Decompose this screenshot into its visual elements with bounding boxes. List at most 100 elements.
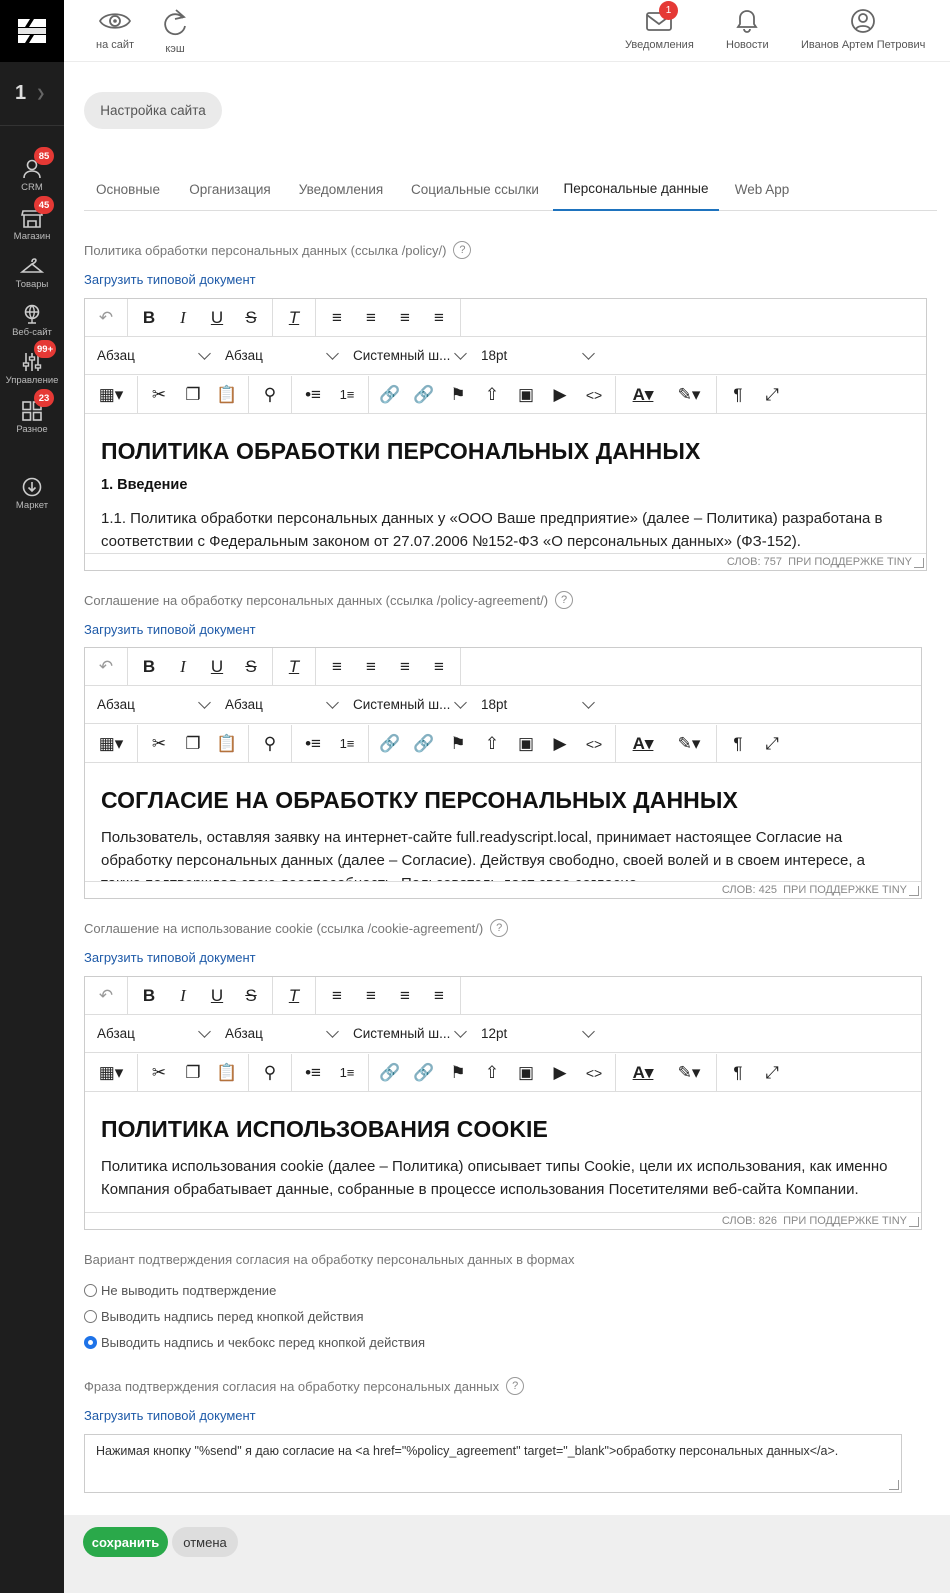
help-icon[interactable]: ?: [506, 1377, 525, 1395]
bookmark-icon[interactable]: ⚑: [441, 380, 475, 410]
editor-content[interactable]: ПОЛИТИКА ИСПОЛЬЗОВАНИЯ COOKIE Политика и…: [85, 1092, 921, 1213]
underline-icon[interactable]: U: [200, 981, 234, 1011]
search-icon[interactable]: ⚲: [253, 380, 287, 410]
bullet-list-icon[interactable]: •≡: [296, 380, 330, 410]
underline-icon[interactable]: U: [200, 652, 234, 682]
bookmark-icon[interactable]: ⚑: [441, 729, 475, 759]
image-icon[interactable]: ▣: [509, 729, 543, 759]
clear-format-icon[interactable]: T: [277, 303, 311, 333]
align-left-icon[interactable]: ≡: [320, 303, 354, 333]
tab-web-app[interactable]: Web App: [725, 168, 799, 211]
media-icon[interactable]: ▶: [543, 729, 577, 759]
numbered-list-icon[interactable]: 1≡: [330, 1058, 364, 1088]
align-center-icon[interactable]: ≡: [354, 981, 388, 1011]
copy-icon[interactable]: ❐: [176, 1058, 210, 1088]
radio-button[interactable]: [84, 1284, 97, 1297]
search-icon[interactable]: ⚲: [253, 729, 287, 759]
italic-icon[interactable]: I: [166, 303, 200, 333]
clear-format-icon[interactable]: T: [277, 981, 311, 1011]
bold-icon[interactable]: B: [132, 303, 166, 333]
unlink-icon[interactable]: 🔗: [407, 1058, 441, 1088]
table-icon[interactable]: ▦▾: [89, 1058, 133, 1088]
align-right-icon[interactable]: ≡: [388, 652, 422, 682]
font-family-select[interactable]: Системный ш...: [341, 1015, 469, 1053]
news-button[interactable]: Новости: [726, 8, 769, 51]
upload-icon[interactable]: ⇧: [475, 729, 509, 759]
text-color-icon[interactable]: A▾: [620, 729, 666, 759]
link-icon[interactable]: 🔗: [373, 1058, 407, 1088]
highlight-icon[interactable]: ✎▾: [666, 380, 712, 410]
editor-content[interactable]: СОГЛАСИЕ НА ОБРАБОТКУ ПЕРСОНАЛЬНЫХ ДАННЫ…: [85, 763, 921, 882]
powered-by[interactable]: ПРИ ПОДДЕРЖКЕ TINY: [783, 884, 907, 896]
align-center-icon[interactable]: ≡: [354, 303, 388, 333]
show-blocks-icon[interactable]: ¶: [721, 729, 755, 759]
align-center-icon[interactable]: ≡: [354, 652, 388, 682]
help-icon[interactable]: ?: [555, 591, 574, 609]
media-icon[interactable]: ▶: [543, 380, 577, 410]
radio-button[interactable]: [84, 1336, 97, 1349]
sidebar-item-management[interactable]: Управление 99+: [0, 340, 64, 395]
cut-icon[interactable]: ✂: [142, 380, 176, 410]
block-format-select[interactable]: Абзац: [85, 686, 213, 724]
sidebar-item-website[interactable]: Веб-сайт: [0, 299, 64, 347]
policy-editor[interactable]: ↶ B I U S T ≡ ≡ ≡ ≡ Абзац Абзац Системны…: [84, 298, 927, 571]
powered-by[interactable]: ПРИ ПОДДЕРЖКЕ TINY: [783, 1215, 907, 1227]
editor-content[interactable]: ПОЛИТИКА ОБРАБОТКИ ПЕРСОНАЛЬНЫХ ДАННЫХ 1…: [85, 414, 926, 554]
align-left-icon[interactable]: ≡: [320, 652, 354, 682]
unlink-icon[interactable]: 🔗: [407, 380, 441, 410]
style-format-select[interactable]: Абзац: [213, 1015, 341, 1053]
consent-option-none[interactable]: Не выводить подтверждение: [84, 1283, 276, 1298]
agreement-load-template-link[interactable]: Загрузить типовой документ: [84, 622, 256, 637]
underline-icon[interactable]: U: [200, 303, 234, 333]
sidebar-item-market[interactable]: Маркет: [0, 472, 64, 520]
style-format-select[interactable]: Абзац: [213, 337, 341, 375]
tab-notifications[interactable]: Уведомления: [288, 168, 394, 211]
undo-icon[interactable]: ↶: [89, 981, 123, 1011]
powered-by[interactable]: ПРИ ПОДДЕРЖКЕ TINY: [788, 556, 912, 568]
upload-icon[interactable]: ⇧: [475, 1058, 509, 1088]
cut-icon[interactable]: ✂: [142, 1058, 176, 1088]
undo-icon[interactable]: ↶: [89, 303, 123, 333]
save-button[interactable]: сохранить: [83, 1527, 168, 1557]
strikethrough-icon[interactable]: S: [234, 652, 268, 682]
font-size-select[interactable]: 18pt: [469, 686, 597, 724]
consent-option-text-checkbox[interactable]: Выводить надпись и чекбокс перед кнопкой…: [84, 1335, 425, 1350]
tab-personal-data[interactable]: Персональные данные: [553, 168, 719, 211]
block-format-select[interactable]: Абзац: [85, 337, 213, 375]
sidebar-item-crm[interactable]: CRM 85: [0, 147, 64, 202]
resize-handle-icon[interactable]: [889, 1480, 899, 1490]
sidebar-item-shop[interactable]: Магазин 45: [0, 196, 64, 251]
cookie-editor[interactable]: ↶ B I U S T ≡ ≡ ≡ ≡ Абзац Абзац Системны…: [84, 976, 922, 1230]
align-right-icon[interactable]: ≡: [388, 303, 422, 333]
help-icon[interactable]: ?: [453, 241, 472, 259]
to-site-button[interactable]: на сайт: [96, 8, 134, 51]
site-selector[interactable]: 1 ❯: [0, 62, 64, 126]
fullscreen-icon[interactable]: ⤢: [755, 1058, 789, 1088]
help-icon[interactable]: ?: [490, 919, 509, 937]
resize-handle-icon[interactable]: [909, 1217, 919, 1227]
text-color-icon[interactable]: A▾: [620, 1058, 666, 1088]
table-icon[interactable]: ▦▾: [89, 380, 133, 410]
cut-icon[interactable]: ✂: [142, 729, 176, 759]
font-family-select[interactable]: Системный ш...: [341, 337, 469, 375]
strikethrough-icon[interactable]: S: [234, 303, 268, 333]
undo-icon[interactable]: ↶: [89, 652, 123, 682]
logo[interactable]: [0, 0, 64, 62]
sidebar-item-products[interactable]: Товары: [0, 251, 64, 299]
align-left-icon[interactable]: ≡: [320, 981, 354, 1011]
cookie-load-template-link[interactable]: Загрузить типовой документ: [84, 950, 256, 965]
tab-organization[interactable]: Организация: [178, 168, 282, 211]
align-justify-icon[interactable]: ≡: [422, 303, 456, 333]
bullet-list-icon[interactable]: •≡: [296, 729, 330, 759]
cache-button[interactable]: кэш: [161, 8, 189, 55]
bookmark-icon[interactable]: ⚑: [441, 1058, 475, 1088]
search-icon[interactable]: ⚲: [253, 1058, 287, 1088]
resize-handle-icon[interactable]: [914, 558, 924, 568]
link-icon[interactable]: 🔗: [373, 729, 407, 759]
show-blocks-icon[interactable]: ¶: [721, 1058, 755, 1088]
resize-handle-icon[interactable]: [909, 886, 919, 896]
show-blocks-icon[interactable]: ¶: [721, 380, 755, 410]
clear-format-icon[interactable]: T: [277, 652, 311, 682]
bold-icon[interactable]: B: [132, 652, 166, 682]
numbered-list-icon[interactable]: 1≡: [330, 380, 364, 410]
